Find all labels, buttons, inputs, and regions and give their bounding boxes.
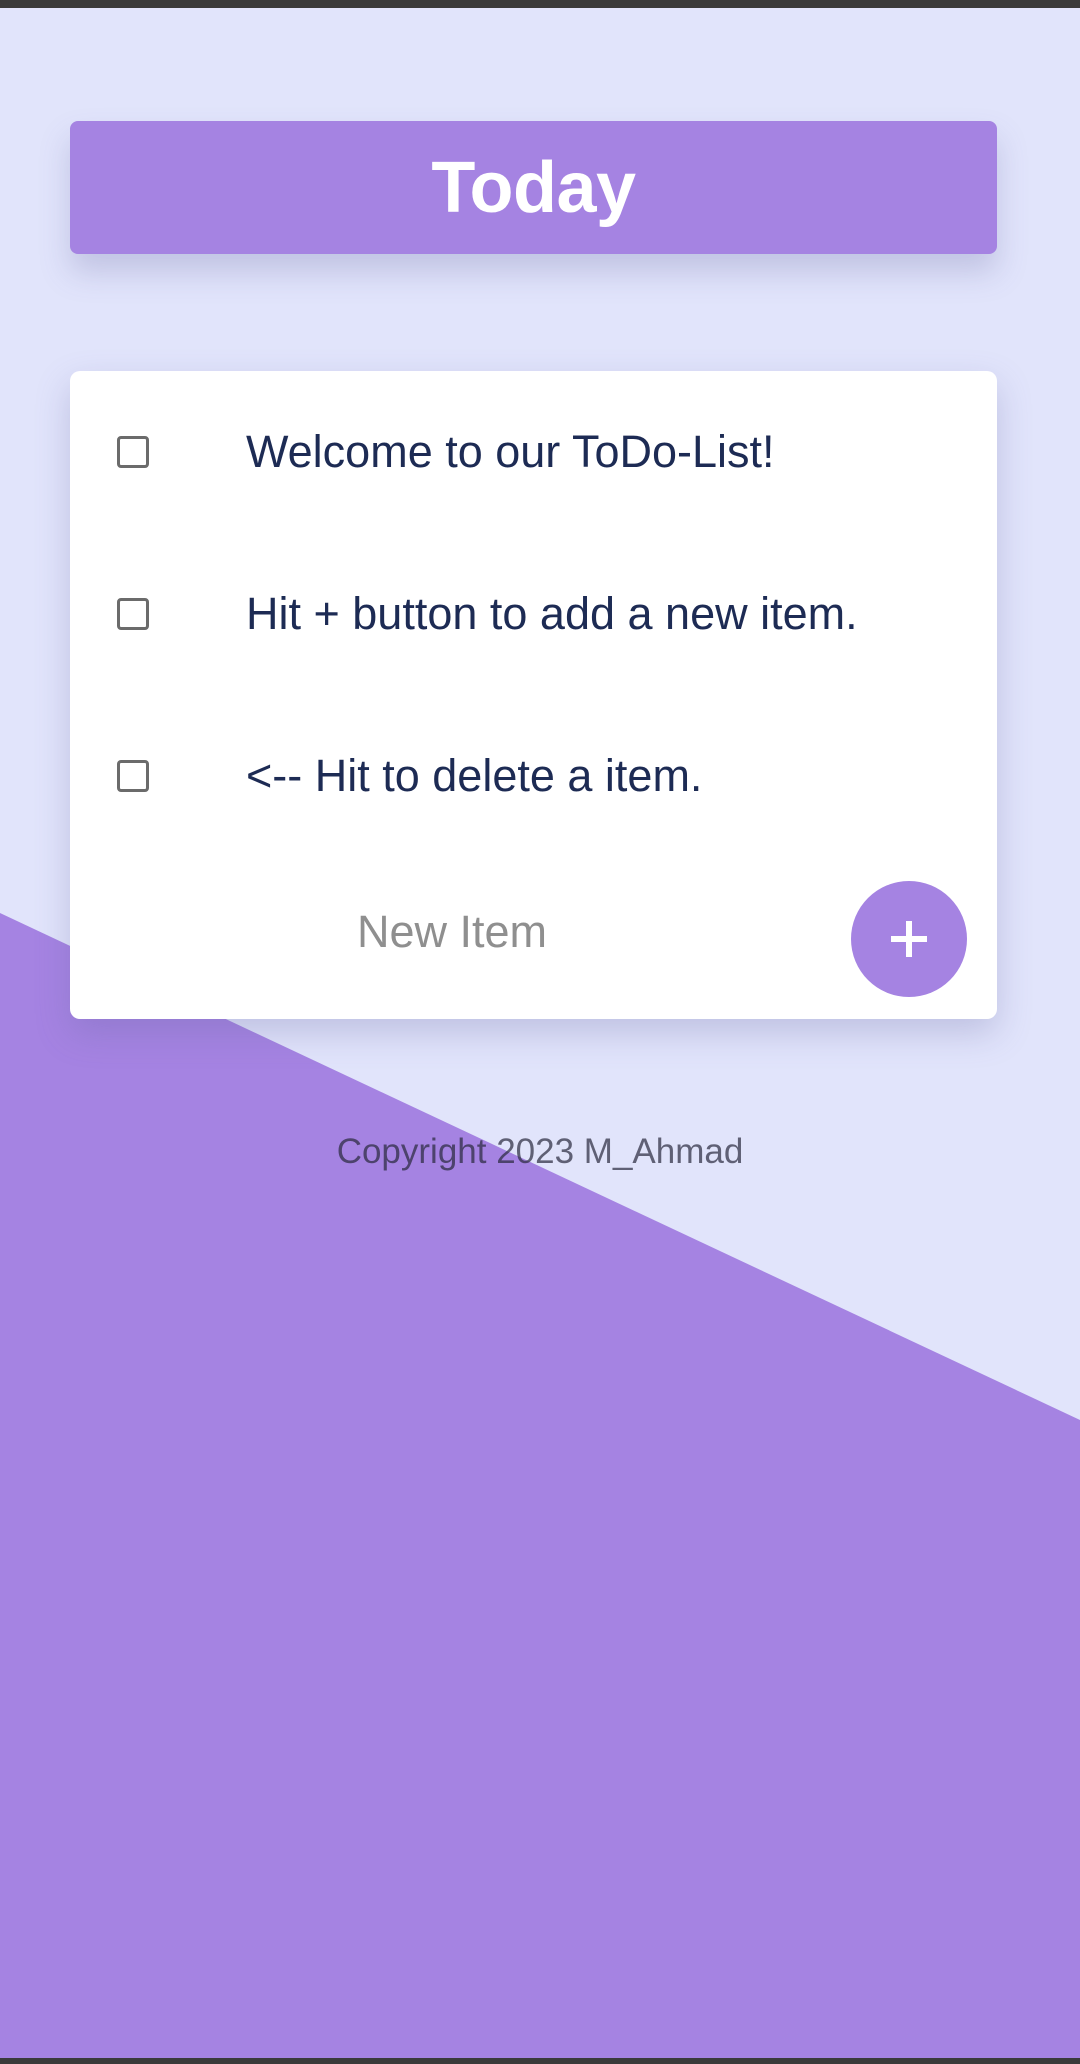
todo-item: Welcome to our ToDo-List! xyxy=(70,412,997,492)
navigation-bar-strip xyxy=(0,2058,1080,2064)
new-item-input[interactable] xyxy=(170,891,734,973)
todo-list-card: Welcome to our ToDo-List! Hit + button t… xyxy=(70,371,997,1019)
todo-item: Hit + button to add a new item. xyxy=(70,574,997,654)
delete-item-checkbox[interactable] xyxy=(117,598,149,630)
todo-item-label: Hit + button to add a new item. xyxy=(246,588,858,639)
delete-item-checkbox[interactable] xyxy=(117,436,149,468)
plus-icon xyxy=(891,921,927,957)
todo-item-label: <-- Hit to delete a item. xyxy=(246,750,703,801)
page-title: Today xyxy=(431,147,636,228)
todo-item: <-- Hit to delete a item. xyxy=(70,736,997,816)
add-item-button[interactable] xyxy=(851,881,967,997)
background-diagonal-shape xyxy=(0,913,1080,2064)
todo-item-label: Welcome to our ToDo-List! xyxy=(246,426,775,477)
copyright-text: Copyright 2023 M_Ahmad xyxy=(336,1132,744,1171)
header-banner: Today xyxy=(70,121,997,254)
delete-item-checkbox[interactable] xyxy=(117,760,149,792)
